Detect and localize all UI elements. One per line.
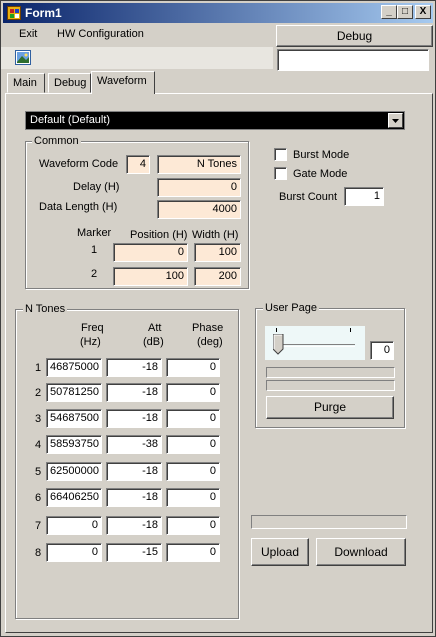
tone-phase-field[interactable]: 0	[166, 543, 220, 562]
data-length-label: Data Length (H)	[39, 201, 118, 213]
menu-exit[interactable]: Exit	[19, 28, 37, 40]
download-button[interactable]: Download	[316, 538, 406, 566]
position-label: Position (H)	[130, 229, 188, 241]
tone-phase-field[interactable]: 0	[166, 358, 220, 377]
tone-phase-field[interactable]: 0	[166, 435, 220, 454]
waveform-name-field[interactable]: N Tones	[157, 155, 241, 174]
tab-debug[interactable]: Debug	[48, 73, 91, 93]
marker-2-width-field[interactable]: 200	[194, 267, 241, 286]
transfer-progress-bar	[251, 515, 407, 529]
debug-output-field[interactable]	[277, 49, 429, 71]
menu-hw-configuration[interactable]: HW Configuration	[57, 28, 144, 40]
tone-freq-field[interactable]: 58593750	[46, 435, 102, 454]
common-group-title: Common	[32, 135, 81, 147]
tone-freq-field[interactable]: 54687500	[46, 409, 102, 428]
marker-2-label: 2	[91, 268, 98, 280]
tone-phase-field[interactable]: 0	[166, 488, 220, 507]
window-title: Form1	[25, 6, 62, 20]
tone-row-number: 3	[35, 413, 42, 425]
tab-main[interactable]: Main	[7, 73, 45, 93]
debug-button[interactable]: Debug	[276, 25, 433, 47]
tone-att-field[interactable]: -18	[106, 358, 162, 377]
tone-row-number: 1	[35, 362, 42, 374]
tone-freq-field[interactable]: 62500000	[46, 462, 102, 481]
tone-att-field[interactable]: -18	[106, 516, 162, 535]
slider-track	[273, 344, 355, 347]
marker-1-position-field[interactable]: 0	[113, 243, 188, 262]
tab-waveform[interactable]: Waveform	[91, 71, 155, 94]
burst-mode-label: Burst Mode	[293, 149, 350, 161]
data-length-field[interactable]: 4000	[157, 200, 241, 219]
maximize-button[interactable]: □	[397, 5, 413, 19]
user-page-slider[interactable]	[265, 326, 365, 360]
waveform-select[interactable]: Default (Default)	[25, 111, 405, 130]
tone-att-field[interactable]: -15	[106, 543, 162, 562]
tone-freq-field[interactable]: 0	[46, 516, 102, 535]
upload-button[interactable]: Upload	[251, 538, 309, 566]
marker-label: Marker	[77, 227, 112, 239]
tone-freq-field[interactable]: 66406250	[46, 488, 102, 507]
tone-row-number: 5	[35, 466, 42, 478]
tone-att-field[interactable]: -18	[106, 488, 162, 507]
tone-phase-field[interactable]: 0	[166, 462, 220, 481]
waveform-select-value: Default (Default)	[30, 114, 111, 126]
ntones-group-title: N Tones	[23, 303, 68, 315]
delay-field[interactable]: 0	[157, 178, 241, 197]
phase-unit: (deg)	[197, 336, 223, 348]
waveform-code-label: Waveform Code	[39, 158, 119, 170]
slider-tick-end	[350, 328, 351, 332]
tone-row-number: 6	[35, 492, 42, 504]
tone-att-field[interactable]: -18	[106, 409, 162, 428]
width-label: Width (H)	[192, 229, 239, 241]
tone-row-number: 2	[35, 387, 42, 399]
chevron-down-icon[interactable]	[388, 113, 403, 128]
marker-2-position-field[interactable]: 100	[113, 267, 188, 286]
delay-label: Delay (H)	[73, 181, 120, 193]
tone-freq-field[interactable]: 46875000	[46, 358, 102, 377]
main-window: Form1 _ □ X Exit HW Configuration Debug …	[0, 0, 436, 637]
app-icon	[7, 6, 21, 20]
freq-header: Freq	[81, 322, 104, 334]
marker-1-label: 1	[91, 244, 98, 256]
user-page-progress-bar-2	[266, 380, 395, 391]
tone-row-number: 8	[35, 547, 42, 559]
tone-att-field[interactable]: -38	[106, 435, 162, 454]
gate-mode-label: Gate Mode	[293, 168, 348, 180]
slider-thumb[interactable]	[273, 334, 284, 355]
tone-freq-field[interactable]: 50781250	[46, 383, 102, 402]
minimize-button[interactable]: _	[381, 5, 397, 19]
picture-icon[interactable]	[15, 50, 31, 65]
burst-mode-checkbox[interactable]	[274, 148, 287, 161]
att-unit: (dB)	[143, 336, 164, 348]
user-page-group-title: User Page	[263, 302, 319, 314]
tone-phase-field[interactable]: 0	[166, 409, 220, 428]
waveform-code-field[interactable]: 4	[126, 155, 150, 174]
gate-mode-checkbox[interactable]	[274, 167, 287, 180]
purge-button[interactable]: Purge	[266, 396, 394, 419]
title-bar[interactable]: Form1 _ □ X	[3, 3, 433, 23]
tone-row-number: 4	[35, 439, 42, 451]
burst-count-label: Burst Count	[279, 191, 338, 203]
slider-tick-start	[276, 328, 277, 332]
tone-phase-field[interactable]: 0	[166, 383, 220, 402]
tone-freq-field[interactable]: 0	[46, 543, 102, 562]
user-page-progress-bar-1	[266, 367, 395, 378]
tone-att-field[interactable]: -18	[106, 462, 162, 481]
marker-1-width-field[interactable]: 100	[194, 243, 241, 262]
tone-row-number: 7	[35, 520, 42, 532]
burst-count-field[interactable]: 1	[344, 187, 384, 206]
att-header: Att	[148, 322, 162, 334]
freq-unit: (Hz)	[80, 336, 101, 348]
phase-header: Phase	[192, 322, 224, 334]
tone-att-field[interactable]: -18	[106, 383, 162, 402]
tone-phase-field[interactable]: 0	[166, 516, 220, 535]
toolbar	[1, 47, 273, 69]
close-button[interactable]: X	[415, 5, 431, 19]
user-page-value-field[interactable]: 0	[370, 341, 394, 360]
